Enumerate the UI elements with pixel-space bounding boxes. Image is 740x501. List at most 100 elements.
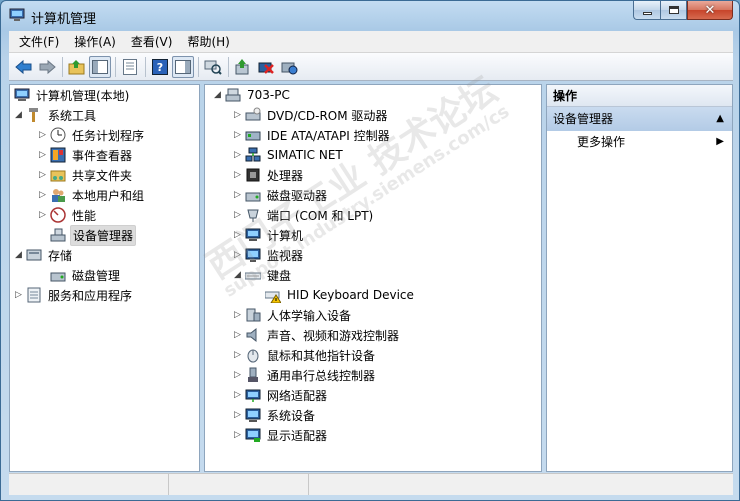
export-list-button[interactable] [119, 56, 141, 78]
tree-disk-management[interactable]: 磁盘管理 [10, 265, 199, 285]
device-category-network[interactable]: ▷ SIMATIC NET [205, 145, 541, 165]
device-category-sound[interactable]: ▷ 声音、视频和游戏控制器 [205, 325, 541, 345]
expand-arrow-icon[interactable]: ▷ [233, 410, 242, 420]
menu-bar: 文件(F) 操作(A) 查看(V) 帮助(H) [9, 31, 733, 53]
device-category-port[interactable]: ▷ 端口 (COM 和 LPT) [205, 205, 541, 225]
device-hid-keyboard[interactable]: HID Keyboard Device [205, 285, 541, 305]
device-tree-pane[interactable]: ◢ 703-PC ▷ DVD/CD-ROM 驱动器 ▷ IDE ATA/ATAPI 控… [204, 84, 542, 472]
computer-management-window: 计算机管理 ✕ 文件(F) 操作(A) 查看(V) 帮助(H) ? 计算机管理(… [0, 0, 740, 501]
expand-arrow-icon[interactable]: ▷ [38, 130, 47, 140]
up-folder-button[interactable] [66, 56, 88, 78]
show-hide-tree-button[interactable] [89, 55, 111, 78]
uninstall-device-button[interactable] [278, 56, 300, 78]
menu-view[interactable]: 查看(V) [121, 32, 178, 52]
console-tree-pane[interactable]: 计算机管理(本地) ◢ 系统工具 ▷ 任务计划程序 ▷ 事件查看器 ▷ 共享文件… [9, 84, 200, 472]
tree-device-manager[interactable]: 设备管理器 [10, 224, 199, 246]
device-category-monitor[interactable]: ▷ 监视器 [205, 245, 541, 265]
menu-file[interactable]: 文件(F) [9, 32, 64, 52]
back-icon [15, 59, 32, 74]
device-category-ide-controller[interactable]: ▷ IDE ATA/ATAPI 控制器 [205, 125, 541, 145]
tree-local-users[interactable]: ▷ 本地用户和组 [10, 185, 199, 205]
tree-shared-folders[interactable]: ▷ 共享文件夹 [10, 165, 199, 185]
close-icon: ✕ [704, 2, 716, 18]
uninstall-device-icon [281, 62, 298, 74]
device-category-usb[interactable]: ▷ 通用串行总线控制器 [205, 365, 541, 385]
forward-button[interactable] [36, 56, 58, 78]
expand-arrow-icon[interactable]: ▷ [233, 190, 242, 200]
toolbar: ? [9, 53, 733, 81]
tree-event-viewer[interactable]: ▷ 事件查看器 [10, 145, 199, 165]
tree-root[interactable]: 计算机管理(本地) [10, 85, 199, 105]
users-icon [52, 189, 65, 202]
collapse-arrow-icon[interactable]: ◢ [233, 270, 242, 280]
close-button[interactable]: ✕ [687, 1, 733, 20]
expand-arrow-icon[interactable]: ▷ [38, 190, 47, 200]
services-icon [27, 287, 41, 303]
device-category-dvd-drive[interactable]: ▷ DVD/CD-ROM 驱动器 [205, 105, 541, 125]
device-category-network-adapter[interactable]: ▷ 网络适配器 [205, 385, 541, 405]
disk-management-icon [50, 272, 66, 282]
device-category-processor[interactable]: ▷ 处理器 [205, 165, 541, 185]
device-category-system-device[interactable]: ▷ 系统设备 [205, 405, 541, 425]
tree-system-tools[interactable]: ◢ 系统工具 [10, 105, 199, 125]
expand-arrow-icon[interactable]: ▷ [233, 210, 242, 220]
expand-arrow-icon[interactable]: ▷ [233, 330, 242, 340]
device-category-computer[interactable]: ▷ 计算机 [205, 225, 541, 245]
more-actions-item[interactable]: 更多操作 ▶ [547, 131, 732, 153]
tree-services-apps[interactable]: ▷ 服务和应用程序 [10, 285, 199, 305]
device-category-keyboard[interactable]: ◢ 键盘 [205, 265, 541, 285]
show-hide-tree-icon [92, 59, 108, 74]
performance-icon [50, 207, 66, 223]
expand-arrow-icon[interactable]: ▷ [14, 290, 23, 300]
network-adapter-icon [245, 389, 261, 402]
expand-arrow-icon[interactable]: ▷ [233, 110, 242, 120]
shared-folder-icon [50, 170, 66, 182]
collapse-arrow-icon[interactable]: ◢ [14, 250, 23, 260]
maximize-button[interactable] [660, 1, 687, 20]
help-icon: ? [152, 58, 168, 75]
update-driver-button[interactable] [232, 56, 254, 78]
processor-icon [246, 168, 260, 182]
actions-section-device-manager[interactable]: 设备管理器 ▲ [547, 107, 732, 131]
menu-action[interactable]: 操作(A) [64, 32, 121, 52]
collapse-caret-icon[interactable]: ▲ [716, 107, 724, 131]
title-bar[interactable]: 计算机管理 ✕ [1, 1, 739, 31]
port-icon [247, 209, 259, 222]
expand-arrow-icon[interactable]: ▷ [38, 150, 47, 160]
window-title: 计算机管理 [31, 12, 97, 27]
tree-storage[interactable]: ◢ 存储 [10, 245, 199, 265]
collapse-arrow-icon[interactable]: ◢ [213, 90, 222, 100]
collapse-arrow-icon[interactable]: ◢ [14, 110, 23, 120]
expand-arrow-icon[interactable]: ▷ [38, 170, 47, 180]
event-viewer-icon [50, 147, 66, 163]
device-category-display-adapter[interactable]: ▷ 显示适配器 [205, 425, 541, 445]
scan-hardware-button[interactable] [202, 56, 224, 78]
tree-task-scheduler[interactable]: ▷ 任务计划程序 [10, 125, 199, 145]
expand-arrow-icon[interactable]: ▷ [233, 430, 242, 440]
expand-arrow-icon[interactable]: ▷ [38, 210, 47, 220]
back-button[interactable] [13, 56, 35, 78]
expand-arrow-icon[interactable]: ▷ [233, 250, 242, 260]
expand-arrow-icon[interactable]: ▷ [233, 150, 242, 160]
expand-arrow-icon[interactable]: ▷ [233, 370, 242, 380]
expand-arrow-icon[interactable]: ▷ [233, 130, 242, 140]
disable-device-button[interactable] [255, 56, 277, 78]
help-button[interactable]: ? [149, 56, 171, 78]
up-folder-icon [68, 59, 85, 74]
menu-help[interactable]: 帮助(H) [177, 32, 234, 52]
tree-performance[interactable]: ▷ 性能 [10, 205, 199, 225]
show-hide-action-button[interactable] [172, 55, 194, 78]
expand-arrow-icon[interactable]: ▷ [233, 310, 242, 320]
device-category-disk-drive[interactable]: ▷ 磁盘驱动器 [205, 185, 541, 205]
expand-arrow-icon[interactable]: ▷ [233, 170, 242, 180]
minimize-button[interactable] [633, 1, 660, 20]
device-category-mouse[interactable]: ▷ 鼠标和其他指针设备 [205, 345, 541, 365]
status-cell [309, 474, 733, 495]
expand-arrow-icon[interactable]: ▷ [233, 390, 242, 400]
sound-icon [246, 327, 257, 343]
device-category-hid[interactable]: ▷ 人体学输入设备 [205, 305, 541, 325]
device-manager-icon [50, 228, 66, 242]
expand-arrow-icon[interactable]: ▷ [233, 230, 242, 240]
expand-arrow-icon[interactable]: ▷ [233, 350, 242, 360]
device-root[interactable]: ◢ 703-PC [205, 85, 541, 105]
